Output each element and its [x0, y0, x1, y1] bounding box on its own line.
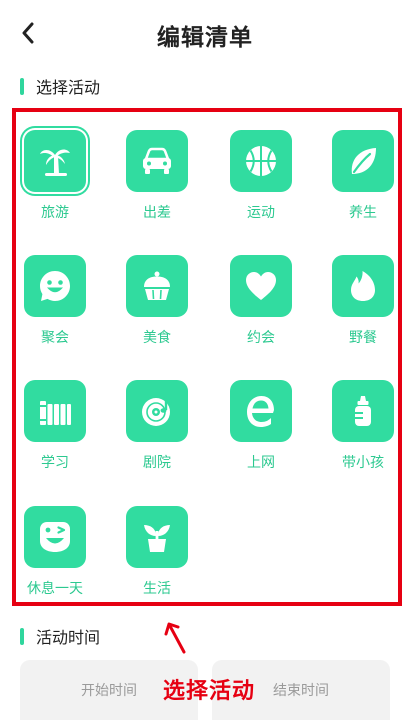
- activity-label: 运动: [247, 205, 275, 221]
- activity-label: 出差: [143, 205, 171, 221]
- plant-pot-icon: [144, 525, 170, 552]
- wink-face-icon: [40, 522, 70, 552]
- section-header-activity: 选择活动: [20, 74, 100, 98]
- activity-label: 剧院: [143, 455, 171, 471]
- activity-icon-tile: [24, 380, 86, 442]
- activity-item-internet[interactable]: 上网: [222, 362, 302, 474]
- activity-icon-tile: [230, 380, 292, 442]
- books-icon: [40, 401, 71, 425]
- activity-item-picnic[interactable]: 野餐: [324, 237, 404, 349]
- activity-icon-tile: [24, 255, 86, 317]
- activity-item-business-trip[interactable]: 出差: [118, 112, 198, 224]
- activity-item-study[interactable]: 学习: [16, 362, 96, 474]
- activity-icon-tile: [126, 506, 188, 568]
- activity-icon-tile: [332, 380, 394, 442]
- activity-icon-tile: [230, 255, 292, 317]
- cupcake-icon: [144, 271, 170, 300]
- browser-e-icon: [247, 396, 274, 427]
- activity-grid-highlight: 旅游 出差 运动 养生 聚会 美食 约会 野餐 学习 剧院 上网 带小孩 休息一…: [12, 108, 402, 606]
- leaf-icon: [351, 148, 376, 174]
- activity-item-food[interactable]: 美食: [118, 237, 198, 349]
- activity-item-party[interactable]: 聚会: [16, 237, 96, 349]
- baby-bottle-icon: [355, 396, 371, 426]
- flame-icon: [351, 271, 375, 301]
- activity-item-date[interactable]: 约会: [222, 237, 302, 349]
- activity-item-travel[interactable]: 旅游: [16, 112, 96, 224]
- section-accent-bar: [20, 77, 24, 95]
- activity-item-theater[interactable]: 剧院: [118, 362, 198, 474]
- section-label-activity: 选择活动: [36, 78, 101, 97]
- activity-label: 约会: [247, 330, 275, 346]
- activity-label: 学习: [41, 455, 69, 471]
- activity-icon-tile: [332, 130, 394, 192]
- section-accent-bar: [20, 627, 24, 645]
- activity-label: 养生: [349, 205, 377, 221]
- activity-label: 聚会: [41, 330, 69, 346]
- activity-item-life[interactable]: 生活: [118, 488, 198, 600]
- smiley-chat-icon: [40, 271, 70, 301]
- section-label-time: 活动时间: [36, 628, 101, 647]
- header-bar: 编辑清单: [0, 0, 410, 66]
- record-music-icon: [142, 395, 172, 426]
- activity-icon-tile: [24, 130, 86, 192]
- car-icon: [143, 147, 171, 174]
- activity-label: 休息一天: [27, 581, 83, 597]
- page-title: 编辑清单: [157, 25, 253, 51]
- activity-item-childcare[interactable]: 带小孩: [324, 362, 404, 474]
- activity-icon-tile: [24, 506, 86, 568]
- activity-item-sports[interactable]: 运动: [222, 112, 302, 224]
- basketball-icon: [246, 146, 276, 176]
- activity-label: 生活: [143, 581, 171, 597]
- activity-icon-tile: [126, 255, 188, 317]
- activity-item-wellness[interactable]: 养生: [324, 112, 404, 224]
- activity-icon-tile: [230, 130, 292, 192]
- heart-icon: [246, 272, 276, 300]
- activity-label: 带小孩: [342, 455, 384, 471]
- activity-icon-tile: [126, 380, 188, 442]
- palm-tree-icon: [40, 149, 70, 176]
- annotation-label: 选择活动: [163, 679, 256, 704]
- activity-icon-tile: [332, 255, 394, 317]
- section-header-time: 活动时间: [20, 624, 100, 648]
- activity-label: 上网: [247, 455, 275, 471]
- activity-label: 野餐: [349, 330, 377, 346]
- activity-label: 旅游: [41, 205, 69, 221]
- activity-label: 美食: [143, 330, 171, 346]
- activity-item-day-off[interactable]: 休息一天: [16, 488, 96, 600]
- annotation-arrow-icon: [164, 622, 186, 654]
- activity-icon-tile: [126, 130, 188, 192]
